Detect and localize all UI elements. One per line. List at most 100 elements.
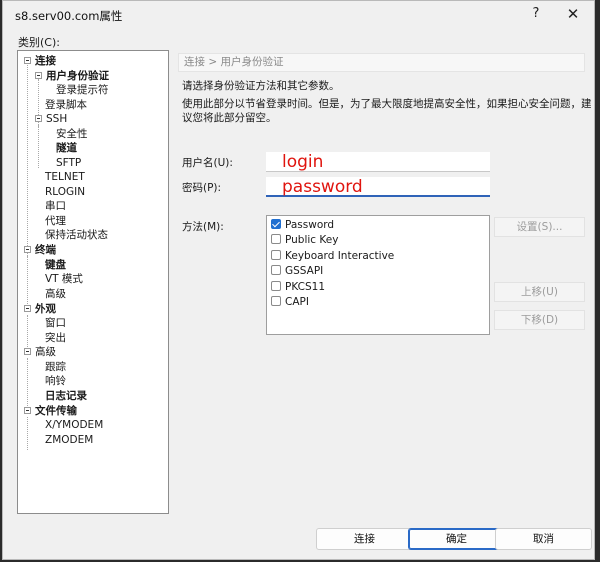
method-option-label: Public Key bbox=[285, 234, 339, 246]
tree-item-label: 外观 bbox=[35, 303, 56, 315]
tree-item-label: 隧道 bbox=[56, 142, 77, 154]
tree-item-label: 保持活动状态 bbox=[45, 229, 108, 241]
tree-item-label: 键盘 bbox=[45, 259, 66, 271]
collapse-icon[interactable] bbox=[24, 246, 31, 253]
checkbox-checked-icon[interactable] bbox=[271, 219, 281, 229]
method-option-gssapi[interactable]: GSSAPI bbox=[271, 264, 323, 278]
collapse-icon[interactable] bbox=[24, 407, 31, 414]
method-option-password[interactable]: Password bbox=[271, 218, 334, 232]
description-line-2: 使用此部分以节省登录时间。但是，为了最大限度地提高安全性，如果担心安全问题，建 bbox=[182, 98, 592, 110]
tree-item-user-auth[interactable]: 用户身份验证 bbox=[35, 69, 109, 83]
method-option-keyboard-interactive[interactable]: Keyboard Interactive bbox=[271, 249, 394, 263]
tree-connector bbox=[27, 417, 28, 450]
tree-item-file-transfer[interactable]: 文件传输 bbox=[24, 404, 77, 418]
checkbox-icon[interactable] bbox=[271, 281, 281, 291]
tree-item-advanced[interactable]: 高级 bbox=[24, 345, 56, 359]
move-up-button[interactable]: 上移(U) bbox=[494, 282, 585, 302]
collapse-icon[interactable] bbox=[24, 305, 31, 312]
checkbox-icon[interactable] bbox=[271, 296, 281, 306]
tree-item-xymodem[interactable]: X/YMODEM bbox=[45, 418, 103, 432]
collapse-icon[interactable] bbox=[24, 348, 31, 355]
tree-item-label: 代理 bbox=[45, 215, 66, 227]
method-option-label: Password bbox=[285, 219, 335, 231]
tree-item-terminal-advanced[interactable]: 高级 bbox=[45, 287, 66, 301]
tree-item-appearance[interactable]: 外观 bbox=[24, 302, 56, 316]
tree-item-label: ZMODEM bbox=[45, 434, 94, 446]
tree-item-terminal[interactable]: 终端 bbox=[24, 243, 56, 257]
tree-item-telnet[interactable]: TELNET bbox=[45, 170, 85, 184]
method-option-pkcs11[interactable]: PKCS11 bbox=[271, 280, 325, 294]
collapse-icon[interactable] bbox=[35, 115, 42, 122]
checkbox-icon[interactable] bbox=[271, 250, 281, 260]
tree-item-label: VT 模式 bbox=[45, 273, 83, 285]
collapse-icon[interactable] bbox=[35, 72, 42, 79]
password-label: 密码(P): bbox=[182, 182, 222, 194]
tree-item-label: 高级 bbox=[45, 288, 66, 300]
tree-item-label: X/YMODEM bbox=[45, 419, 104, 431]
tree-item-keep-alive[interactable]: 保持活动状态 bbox=[45, 228, 108, 242]
tree-item-ssh[interactable]: SSH bbox=[35, 112, 67, 126]
tree-item-label: 登录脚本 bbox=[45, 99, 87, 111]
method-option-label: GSSAPI bbox=[285, 265, 324, 277]
checkbox-icon[interactable] bbox=[271, 234, 281, 244]
tree-item-highlight[interactable]: 突出 bbox=[45, 331, 66, 345]
tree-connector bbox=[27, 256, 28, 304]
tree-item-logging[interactable]: 日志记录 bbox=[45, 389, 87, 403]
tree-item-window[interactable]: 窗口 bbox=[45, 316, 66, 330]
cancel-button[interactable]: 取消 bbox=[495, 528, 592, 550]
tree-item-connection[interactable]: 连接 bbox=[24, 54, 56, 68]
tree-item-label: 跟踪 bbox=[45, 361, 66, 373]
breadcrumb: 连接 > 用户身份验证 bbox=[178, 53, 585, 72]
auth-method-list[interactable]: Password Public Key Keyboard Interactive… bbox=[266, 215, 490, 335]
description-line-3: 议您将此部分留空。 bbox=[182, 112, 277, 124]
close-button[interactable]: ✕ bbox=[558, 4, 588, 24]
tree-item-zmodem[interactable]: ZMODEM bbox=[45, 433, 93, 447]
tree-item-label: 突出 bbox=[45, 332, 66, 344]
tree-item-label: 用户身份验证 bbox=[46, 70, 109, 82]
tree-item-bell[interactable]: 响铃 bbox=[45, 374, 66, 388]
properties-dialog: s8.serv00.com属性 ? ✕ 类别(C): 连接 用户身份验证 登录提… bbox=[2, 0, 595, 560]
help-button[interactable]: ? bbox=[521, 4, 551, 24]
category-tree[interactable]: 连接 用户身份验证 登录提示符 登录脚本 SSH 安全性 隧道 SFTP TEL… bbox=[17, 50, 169, 514]
tree-item-label: SSH bbox=[46, 113, 68, 125]
method-option-label: Keyboard Interactive bbox=[285, 250, 395, 262]
tree-item-label: 连接 bbox=[35, 55, 56, 67]
ok-button[interactable]: 确定 bbox=[408, 528, 505, 550]
username-field[interactable]: login bbox=[266, 152, 490, 172]
tree-item-login-prompts[interactable]: 登录提示符 bbox=[56, 83, 109, 97]
username-label: 用户名(U): bbox=[182, 157, 233, 169]
tree-item-sftp[interactable]: SFTP bbox=[56, 156, 81, 170]
title-bar[interactable]: s8.serv00.com属性 ? ✕ bbox=[3, 1, 594, 29]
tree-item-trace[interactable]: 跟踪 bbox=[45, 360, 66, 374]
tree-item-vt-mode[interactable]: VT 模式 bbox=[45, 272, 83, 286]
method-option-label: PKCS11 bbox=[285, 281, 326, 293]
tree-item-proxy[interactable]: 代理 bbox=[45, 214, 66, 228]
tree-item-keyboard[interactable]: 键盘 bbox=[45, 258, 66, 272]
category-label: 类别(C): bbox=[18, 36, 60, 49]
tree-item-label: SFTP bbox=[56, 157, 82, 169]
tree-item-serial[interactable]: 串口 bbox=[45, 199, 66, 213]
tree-connector bbox=[27, 65, 28, 258]
tree-item-label: 终端 bbox=[35, 244, 56, 256]
settings-button[interactable]: 设置(S)... bbox=[494, 217, 585, 237]
description-line-1: 请选择身份验证方法和其它参数。 bbox=[182, 80, 340, 92]
checkbox-icon[interactable] bbox=[271, 265, 281, 275]
move-down-button[interactable]: 下移(D) bbox=[494, 310, 585, 330]
tree-item-security[interactable]: 安全性 bbox=[56, 127, 88, 141]
password-field[interactable]: password bbox=[266, 177, 490, 197]
tree-item-login-script[interactable]: 登录脚本 bbox=[45, 98, 87, 112]
tree-item-label: TELNET bbox=[45, 171, 85, 183]
tree-connector bbox=[27, 358, 28, 406]
tree-item-label: 安全性 bbox=[56, 128, 88, 140]
method-option-public-key[interactable]: Public Key bbox=[271, 233, 338, 247]
tree-connector bbox=[27, 315, 28, 349]
tree-item-label: 响铃 bbox=[45, 375, 66, 387]
tree-item-label: 文件传输 bbox=[35, 405, 77, 417]
collapse-icon[interactable] bbox=[24, 57, 31, 64]
method-option-capi[interactable]: CAPI bbox=[271, 295, 309, 309]
tree-item-rlogin[interactable]: RLOGIN bbox=[45, 185, 85, 199]
tree-item-tunnel[interactable]: 隧道 bbox=[56, 141, 77, 155]
tree-connector bbox=[38, 124, 39, 168]
connect-button[interactable]: 连接 bbox=[316, 528, 413, 550]
tree-item-label: RLOGIN bbox=[45, 186, 86, 198]
